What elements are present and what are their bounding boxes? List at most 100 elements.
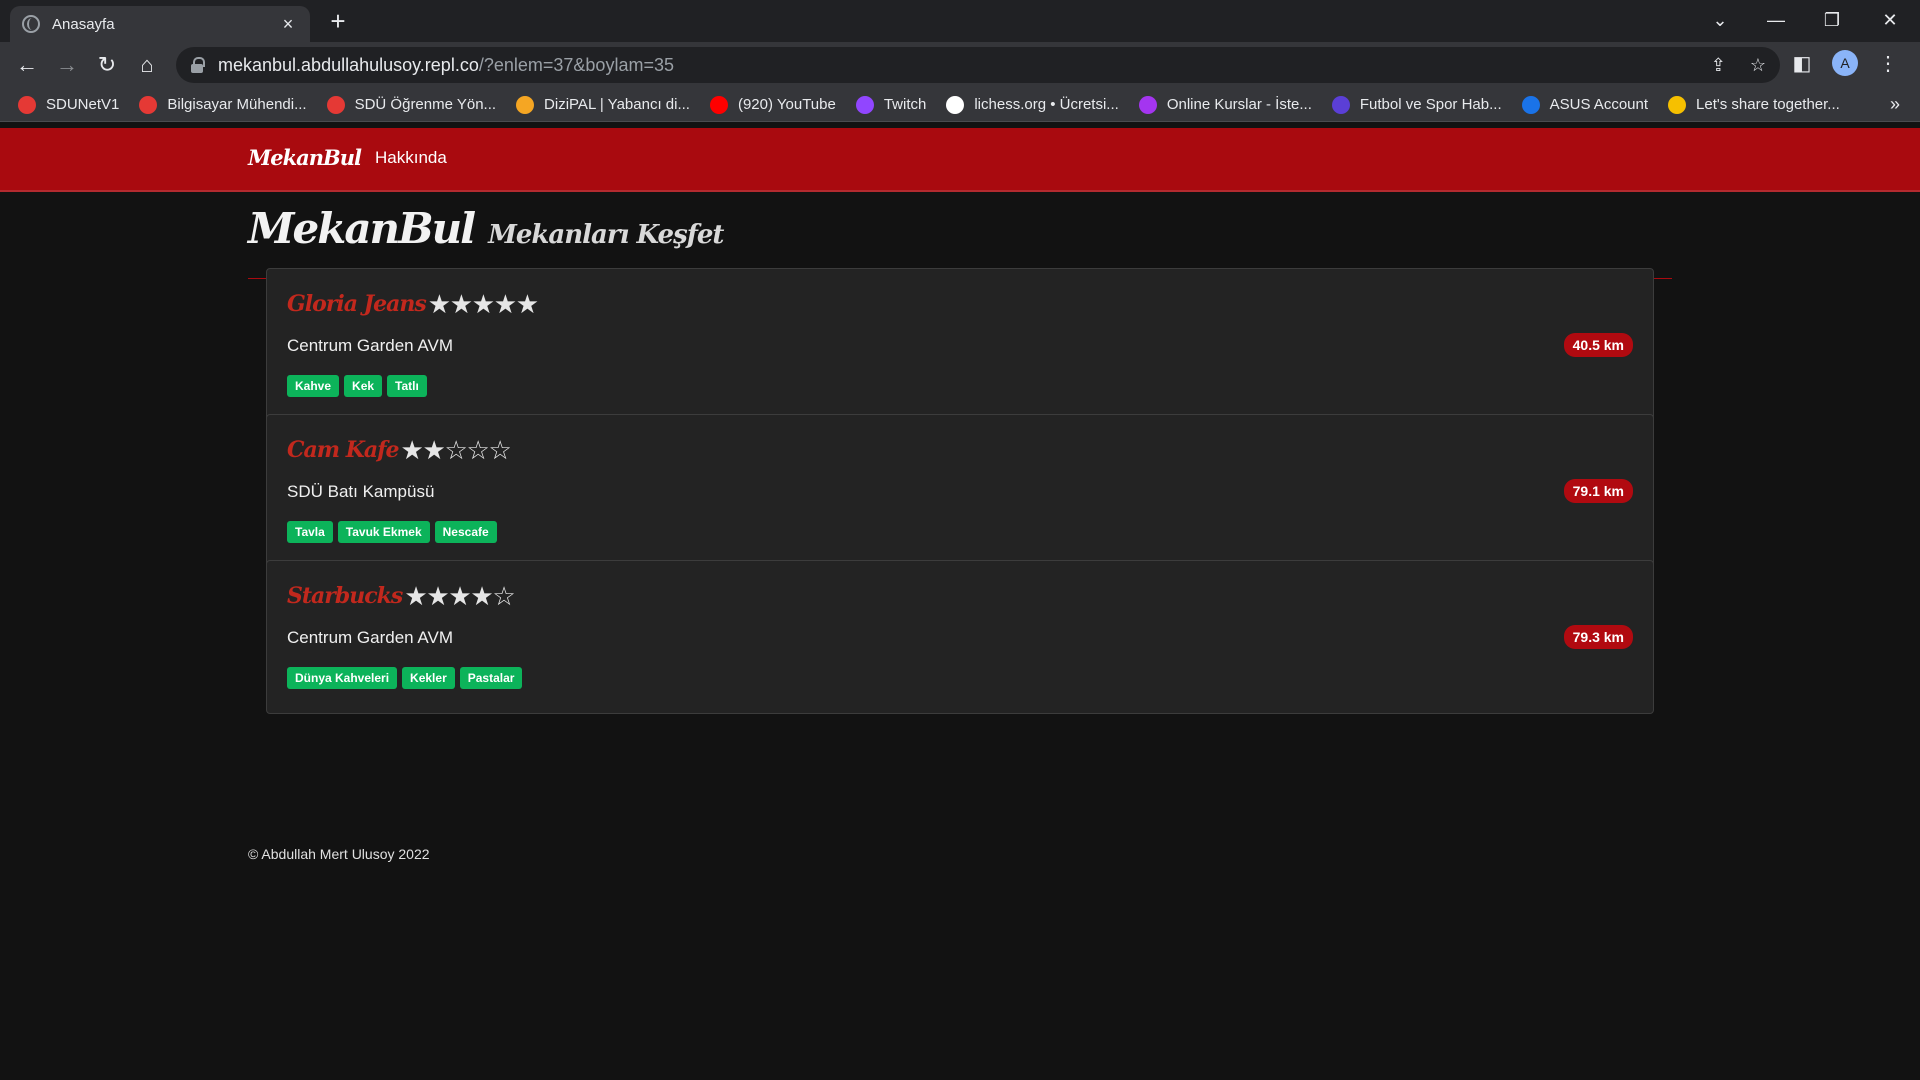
star-filled-icon: ★ xyxy=(493,289,518,319)
bookmark-item[interactable]: SDUNetV1 xyxy=(18,95,120,114)
nav-link-hakkinda[interactable]: Hakkında xyxy=(375,148,447,168)
bookmarks-bar: SDUNetV1 Bilgisayar Mühendi... SDÜ Öğrenme… xyxy=(0,88,1920,122)
browser-tab[interactable]: Anasayfa × xyxy=(10,6,310,42)
bookmark-favicon-icon xyxy=(1138,95,1157,114)
star-filled-icon: ★ xyxy=(427,289,452,319)
bookmark-item[interactable]: Futbol ve Spor Hab... xyxy=(1331,95,1502,114)
venue-address: Centrum Garden AVM xyxy=(287,336,453,355)
tag-badge: Kahve xyxy=(287,375,340,397)
forward-button[interactable]: → xyxy=(52,50,82,80)
url-path: /?enlem=37&boylam=35 xyxy=(478,54,674,75)
tag-badge: Tavla xyxy=(287,521,333,543)
bookmark-item[interactable]: Twitch xyxy=(855,95,927,114)
bookmark-label: SDUNetV1 xyxy=(46,96,120,113)
bookmark-item[interactable]: Let's share together... xyxy=(1668,95,1840,114)
venue-name-link[interactable]: Starbucks xyxy=(287,583,403,609)
star-filled-icon: ★ xyxy=(515,289,540,319)
distance-badge: 40.5 km xyxy=(1563,333,1633,357)
address-bar[interactable]: mekanbul.abdullahulusoy.repl.co /?enlem=… xyxy=(176,47,1780,83)
star-filled-icon: ★ xyxy=(448,581,472,611)
bookmark-item[interactable]: Online Kurslar - İste... xyxy=(1138,95,1312,114)
star-empty-icon: ☆ xyxy=(444,435,468,465)
venue-card: Starbucks ★ ★ ★ ★ ☆ Centrum Garden AVM Dünya Ka… xyxy=(266,560,1654,714)
home-button[interactable]: ⌂ xyxy=(132,50,162,80)
back-button[interactable]: ← xyxy=(12,50,42,80)
star-empty-icon: ☆ xyxy=(466,435,490,465)
bookmark-item[interactable]: lichess.org • Ücretsi... xyxy=(946,95,1119,114)
new-tab-button[interactable]: + xyxy=(324,8,352,36)
rating-stars: ★ ★ ★ ★ ★ xyxy=(427,289,540,319)
side-panel-icon[interactable]: ◧ xyxy=(1790,51,1814,76)
rating-stars: ★ ★ ☆ ☆ ☆ xyxy=(400,435,512,465)
bookmark-favicon-icon xyxy=(516,95,535,114)
url-host: mekanbul.abdullahulusoy.repl.co xyxy=(218,54,479,75)
tag-badge: Kekler xyxy=(402,667,455,689)
star-empty-icon: ☆ xyxy=(488,435,512,465)
venue-card: Gloria Jeans ★ ★ ★ ★ ★ Centrum Garden AVM Kahve… xyxy=(266,268,1654,422)
bookmark-favicon-icon xyxy=(1668,95,1687,114)
star-filled-icon: ★ xyxy=(449,289,474,319)
star-filled-icon: ★ xyxy=(400,435,424,465)
bookmark-item[interactable]: ASUS Account xyxy=(1521,95,1649,114)
venue-tags: Kahve Kek Tatlı xyxy=(287,375,427,397)
venue-name-row: Starbucks ★ ★ ★ ★ ☆ xyxy=(287,581,516,611)
site-navbar: MekanBul Hakkında xyxy=(0,128,1920,192)
footer-copyright: © Abdullah Mert Ulusoy 2022 xyxy=(248,846,430,862)
bookmark-favicon-icon xyxy=(855,95,874,114)
bookmark-label: Let's share together... xyxy=(1696,96,1840,113)
profile-avatar[interactable]: A xyxy=(1832,50,1858,76)
page-header: MekanBul Mekanları Keşfet xyxy=(248,204,724,253)
venue-tags: Tavla Tavuk Ekmek Nescafe xyxy=(287,521,497,543)
tag-badge: Dünya Kahveleri xyxy=(287,667,398,689)
page-title: MekanBul xyxy=(248,204,476,253)
bookmark-favicon-icon xyxy=(1521,95,1540,114)
bookmark-favicon-icon xyxy=(1331,95,1350,114)
close-window-button[interactable]: ✕ xyxy=(1870,6,1910,34)
venue-address: SDÜ Batı Kampüsü xyxy=(287,482,435,501)
venue-name-row: Cam Kafe ★ ★ ☆ ☆ ☆ xyxy=(287,435,512,465)
bookmark-label: SDÜ Öğrenme Yön... xyxy=(354,96,497,113)
star-empty-icon: ☆ xyxy=(492,581,516,611)
bookmark-label: ASUS Account xyxy=(1549,96,1649,113)
tag-badge: Pastalar xyxy=(459,667,523,689)
tag-badge: Tavuk Ekmek xyxy=(337,521,430,543)
bookmark-favicon-icon xyxy=(18,95,36,114)
bookmark-label: lichess.org • Ücretsi... xyxy=(974,96,1119,113)
bookmark-item[interactable]: (920) YouTube xyxy=(709,95,836,114)
more-bookmarks-button[interactable]: » xyxy=(1890,94,1900,115)
tab-search-icon[interactable]: ⌄ xyxy=(1700,6,1740,34)
star-filled-icon: ★ xyxy=(404,581,428,611)
bookmark-favicon-icon xyxy=(709,95,728,114)
bookmark-favicon-icon xyxy=(946,95,965,114)
tab-title: Anasayfa xyxy=(52,15,115,33)
browser-toolbar: ← → ↻ ⌂ mekanbul.abdullahulusoy.repl.co … xyxy=(0,42,1920,88)
venue-name-link[interactable]: Cam Kafe xyxy=(287,437,400,463)
bookmark-label: Twitch xyxy=(883,96,927,113)
page-content: MekanBul Hakkında MekanBul Mekanları Keş… xyxy=(0,122,1920,1080)
bookmark-item[interactable]: SDÜ Öğrenme Yön... xyxy=(326,95,497,114)
bookmark-label: Bilgisayar Mühendi... xyxy=(167,96,307,113)
restore-button[interactable]: ❐ xyxy=(1812,6,1852,34)
tag-badge: Tatlı xyxy=(387,375,427,397)
bookmark-item[interactable]: Bilgisayar Mühendi... xyxy=(139,95,307,114)
share-icon[interactable]: ⇪ xyxy=(1711,55,1726,76)
brand-link[interactable]: MekanBul xyxy=(248,145,362,170)
page-subtitle: Mekanları Keşfet xyxy=(488,220,724,250)
star-filled-icon: ★ xyxy=(470,581,494,611)
bookmark-favicon-icon xyxy=(139,95,158,114)
bookmark-star-icon[interactable]: ☆ xyxy=(1750,55,1766,76)
bookmark-favicon-icon xyxy=(326,95,345,114)
menu-icon[interactable]: ⋮ xyxy=(1876,51,1900,76)
rating-stars: ★ ★ ★ ★ ☆ xyxy=(404,581,516,611)
minimize-button[interactable]: — xyxy=(1756,6,1796,34)
venue-name-link[interactable]: Gloria Jeans xyxy=(287,291,427,317)
browser-tab-bar: Anasayfa × + ⌄ — ❐ ✕ xyxy=(0,0,1920,42)
globe-icon xyxy=(22,15,40,33)
venue-card: Cam Kafe ★ ★ ☆ ☆ ☆ SDÜ Batı Kampüsü Tavla Tavuk … xyxy=(266,414,1654,568)
close-tab-icon[interactable]: × xyxy=(278,14,298,35)
bookmark-item[interactable]: DiziPAL | Yabancı di... xyxy=(516,95,690,114)
star-filled-icon: ★ xyxy=(471,289,496,319)
lock-icon[interactable] xyxy=(190,57,205,73)
venue-name-row: Gloria Jeans ★ ★ ★ ★ ★ xyxy=(287,289,540,319)
reload-button[interactable]: ↻ xyxy=(92,50,122,80)
